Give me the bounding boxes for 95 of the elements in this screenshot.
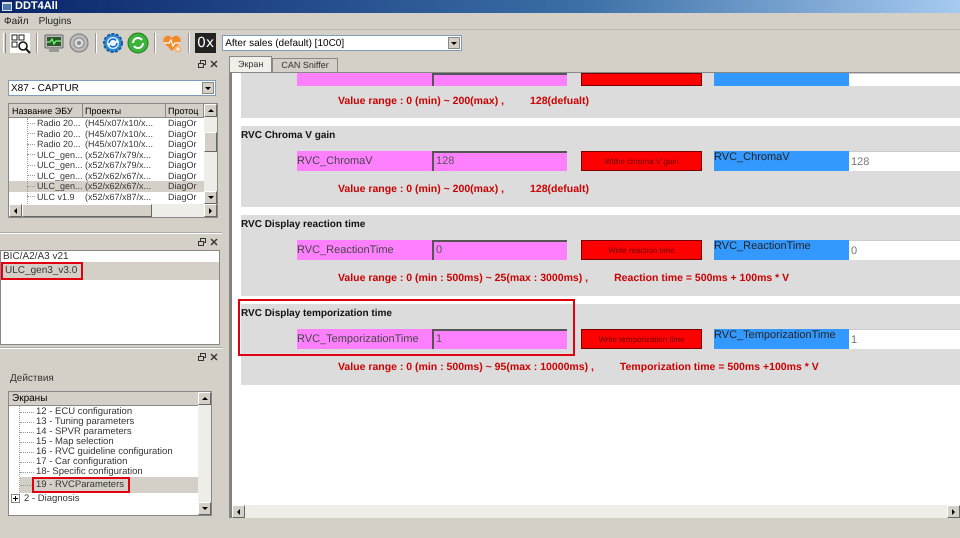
table-cell-text: DiagOr <box>167 118 198 128</box>
default-text: 128(defualt) <box>530 94 589 108</box>
column-header[interactable]: Название ЭБУ <box>9 104 83 118</box>
section-title: RVC Display reaction time <box>241 218 366 232</box>
disc-icon[interactable] <box>68 32 90 54</box>
tree-item[interactable]: 15 - Map selection <box>20 437 198 447</box>
float-icon[interactable] <box>198 238 206 246</box>
table-cell: Radio 20... <box>9 128 83 139</box>
tree-item[interactable]: 18- Specific configuration <box>20 467 198 477</box>
window-title: DDT4All <box>15 0 58 13</box>
menu-item[interactable]: Plugins <box>38 16 72 26</box>
section-title: RVC Display temporization time <box>241 307 392 321</box>
table-cell: ULC v1.9 <box>9 192 83 202</box>
monitor-icon[interactable] <box>43 32 65 54</box>
table-row[interactable]: ULC_gen... (x52/x67/x79/x... DiagOr <box>9 160 204 170</box>
gear-sync-icon[interactable] <box>102 32 124 54</box>
app-icon <box>2 2 12 11</box>
column-header[interactable]: Проекты <box>83 104 166 118</box>
section-title: RVC Chroma V gain <box>241 129 336 143</box>
table-cell-text: (x52/x67/x79/x... <box>84 160 152 170</box>
table-cell-text: DiagOr <box>167 170 198 181</box>
list-item[interactable]: ULC_gen3_v3.0 <box>1 262 219 280</box>
close-icon[interactable] <box>210 238 218 246</box>
expand-icon[interactable] <box>11 494 20 503</box>
close-icon[interactable] <box>210 60 218 68</box>
table-cell-text: DiagOr <box>167 139 198 150</box>
table-cell-text: (H45/x07/x10/x... <box>84 128 154 139</box>
column-header[interactable]: Экраны <box>9 392 198 406</box>
table-cell-text: DiagOr <box>167 128 198 139</box>
field-label: RVC_ReactionTime <box>297 240 432 260</box>
sync-icon[interactable] <box>127 32 149 54</box>
table-cell-text: DiagOr <box>167 150 198 160</box>
table-cell: ULC_gen... <box>9 150 83 160</box>
table-cell: Radio 20... <box>9 118 83 128</box>
table-row[interactable]: Radio 20... (H45/x07/x10/x... DiagOr <box>9 139 204 150</box>
table-cell: Radio 20... <box>9 139 83 150</box>
hex-button[interactable]: 0x <box>195 33 216 53</box>
default-text: Temporization time = 500ms +100ms * V <box>620 360 819 374</box>
tab[interactable]: CAN Sniffer <box>272 58 338 72</box>
table-cell-text: (x52/x62/x67/x... <box>84 170 152 181</box>
scrollbar[interactable] <box>230 505 960 518</box>
tree-item[interactable]: 19 - RVCParameters <box>20 477 198 493</box>
tree-item[interactable]: 13 - Tuning parameters <box>20 417 198 427</box>
table-cell: ULC_gen... <box>9 181 83 192</box>
table-cell-text: (x52/x62/x67/x... <box>84 181 152 192</box>
tree-item[interactable]: 2 - Diagnosis <box>24 493 80 504</box>
close-icon[interactable] <box>210 353 218 361</box>
table-row[interactable]: Radio 20... (H45/x07/x10/x... DiagOr <box>9 128 204 139</box>
float-icon[interactable] <box>198 60 206 68</box>
tree-item[interactable]: 16 - RVC guideline configuration <box>20 447 198 457</box>
tree-item[interactable]: 14 - SPVR parameters <box>20 427 198 437</box>
table-cell-text: DiagOr <box>167 192 198 202</box>
reading-label: RVC_TemporizationTime <box>714 329 849 349</box>
range-text: Value range : 0 (min : 500ms) ~ 25(max : 3000ms) , <box>338 271 588 285</box>
section-label: Действия <box>10 373 55 386</box>
range-text: Value range : 0 (min : 500ms) ~ 95(max : 10000ms) , <box>338 360 594 374</box>
float-icon[interactable] <box>198 353 206 361</box>
table-cell-text: DiagOr <box>167 181 198 192</box>
reading-field: 128 <box>849 151 960 171</box>
table-row[interactable]: Radio 20... (H45/x07/x10/x... DiagOr <box>9 118 204 128</box>
table-cell: ULC_gen... <box>9 160 83 170</box>
column-header[interactable]: Протоц <box>166 104 204 118</box>
reading-field: 1 <box>849 329 960 349</box>
range-text: Value range : 0 (min) ~ 200(max) , <box>338 94 504 108</box>
table-cell-text: (x52/x67/x79/x... <box>84 150 152 160</box>
write-button[interactable] <box>581 73 702 86</box>
table-cell: ULC_gen... <box>9 170 83 181</box>
tree-item[interactable]: 12 - ECU configuration <box>20 407 198 417</box>
scrollbar[interactable] <box>204 104 217 204</box>
table-row[interactable]: ULC_gen... (x52/x62/x67/x... DiagOr <box>9 181 204 192</box>
table-row[interactable]: ULC_gen... (x52/x62/x67/x... DiagOr <box>9 170 204 181</box>
input-field[interactable] <box>432 73 567 86</box>
default-text: 128(defualt) <box>530 182 589 196</box>
tree-item[interactable]: 17 - Car configuration <box>20 457 198 467</box>
field-label: RVC_ChromaV <box>297 151 432 171</box>
scrollbar[interactable] <box>9 204 217 217</box>
table-cell-text: (H45/x07/x10/x... <box>84 118 154 128</box>
range-text: Value range : 0 (min) ~ 200(max) , <box>338 182 504 196</box>
table-cell-text: DiagOr <box>167 160 198 170</box>
default-text: Reaction time = 500ms + 100ms * V <box>614 271 790 285</box>
list-item[interactable]: BIC/A2/A3 v21 <box>1 251 219 262</box>
scrollbar[interactable] <box>198 392 211 515</box>
session-dropdown[interactable]: After sales (default) [10C0] <box>222 35 462 51</box>
tab[interactable]: Экран <box>229 56 272 72</box>
scan-icon[interactable] <box>9 32 31 54</box>
table-cell-text: (H45/x07/x10/x... <box>84 139 154 150</box>
reading-label: RVC_ReactionTime <box>714 240 849 260</box>
table-cell-text: (x52/x67/x87/x... <box>84 192 152 202</box>
menu-item[interactable]: Файл <box>4 16 29 26</box>
vehicle-dropdown[interactable]: X87 - CAPTUR <box>8 80 216 96</box>
reading-label: RVC_ChromaV <box>714 151 849 171</box>
reading-field: 0 <box>849 240 960 260</box>
field-label: RVC_TemporizationTime <box>297 329 432 349</box>
table-row[interactable]: ULC v1.9 (x52/x67/x87/x... DiagOr <box>9 192 204 202</box>
table-row[interactable]: ULC_gen... (x52/x67/x79/x... DiagOr <box>9 150 204 160</box>
